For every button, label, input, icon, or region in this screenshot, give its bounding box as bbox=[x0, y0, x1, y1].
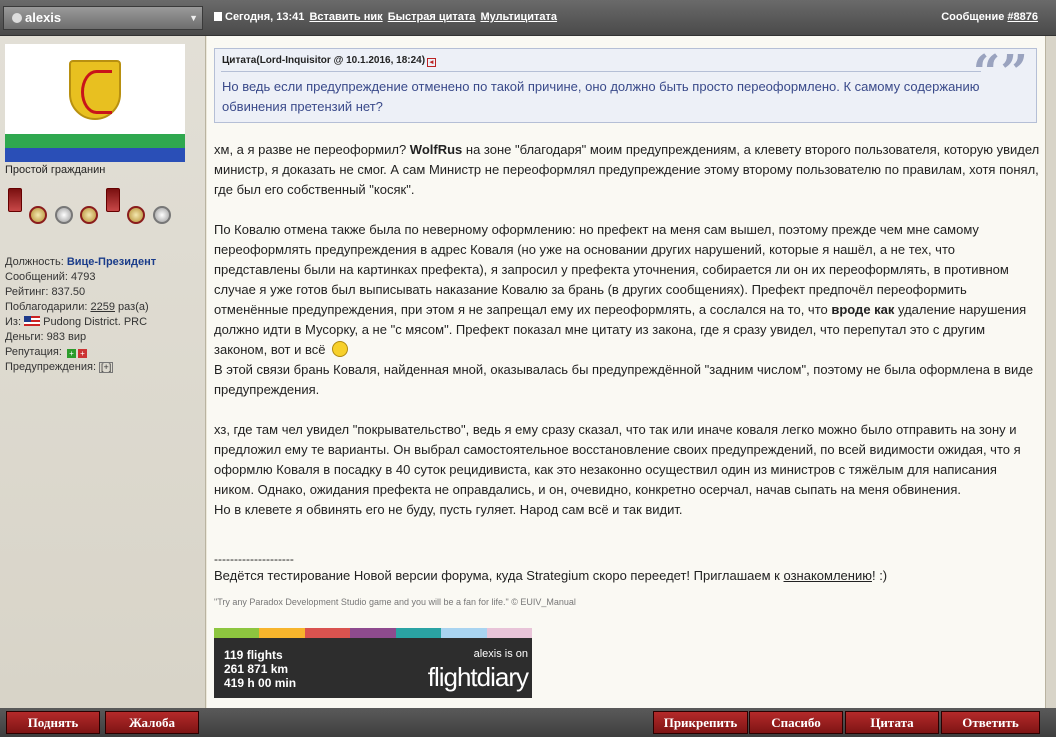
reputation-plus-icon[interactable]: + bbox=[66, 349, 76, 358]
from-label: Из: bbox=[5, 316, 22, 328]
warnings-label: Предупреждения: bbox=[5, 361, 97, 373]
quote-block: Цитата(Lord-Inquisitor @ 10.1.2016, 18:2… bbox=[214, 45, 1037, 123]
pin-button[interactable]: Прикрепить bbox=[653, 711, 748, 734]
stripe-segment bbox=[214, 628, 260, 638]
post-count: Сообщений: 4793 bbox=[5, 271, 96, 283]
medal-icon bbox=[54, 206, 73, 224]
signature-divider: -------------------- bbox=[214, 552, 294, 566]
medal-icon bbox=[152, 206, 171, 224]
multiquote-link[interactable]: Мультицитата bbox=[480, 11, 557, 23]
post-body: хм, а я разве не переоформил? WolfRus на… bbox=[214, 140, 1040, 608]
stripe-segment bbox=[350, 628, 396, 638]
flightdiary-user: alexis is on bbox=[473, 648, 528, 660]
thanks-button[interactable]: Спасибо bbox=[749, 711, 843, 734]
medal-icon bbox=[29, 206, 48, 224]
quote-author: Цитата(Lord-Inquisitor @ 10.1.2016, 18:2… bbox=[222, 55, 426, 66]
us-flag-icon bbox=[24, 316, 41, 326]
post-info: Сегодня, 13:41 Вставить ник Быстрая цита… bbox=[214, 11, 557, 23]
chevron-down-icon: ▼ bbox=[189, 13, 198, 23]
post-header-bar: alexis ▼ Сегодня, 13:41 Вставить ник Быс… bbox=[0, 0, 1056, 36]
post-timestamp: Сегодня, 13:41 bbox=[225, 11, 305, 23]
vertical-scrollbar[interactable] bbox=[1045, 36, 1056, 708]
thanked-suffix: раз(а) bbox=[118, 301, 149, 313]
post-paragraph: хз, где там чел увидел "покрывательство"… bbox=[214, 422, 1021, 497]
document-icon bbox=[214, 12, 222, 21]
signature-invite: Ведётся тестирование Новой версии форума… bbox=[214, 568, 888, 583]
stripe-segment bbox=[441, 628, 487, 638]
thanked-label: Поблагодарили: bbox=[5, 301, 88, 313]
post-paragraph: По Ковалю отмена также была по неверному… bbox=[214, 222, 1027, 357]
position-label: Должность: bbox=[5, 256, 64, 268]
stripe-segment bbox=[486, 628, 532, 638]
reply-button[interactable]: Ответить bbox=[941, 711, 1040, 734]
order-medal-icon bbox=[105, 188, 120, 212]
user-location: Pudong District. PRC bbox=[43, 316, 148, 328]
user-avatar-flag bbox=[5, 44, 185, 162]
medal-icon bbox=[127, 206, 146, 224]
position-value: Вице-Президент bbox=[66, 256, 157, 268]
new-forum-link[interactable]: ознакомлению bbox=[784, 568, 872, 583]
post-content: Цитата(Lord-Inquisitor @ 10.1.2016, 18:2… bbox=[207, 36, 1045, 708]
message-number: Сообщение #8876 bbox=[941, 11, 1038, 23]
post-actions-bar: Поднять Жалоба Прикрепить Спасибо Цитата… bbox=[0, 708, 1056, 737]
color-stripe bbox=[214, 628, 532, 638]
user-status-icon bbox=[12, 13, 22, 23]
reputation-label: Репутация: bbox=[5, 346, 62, 358]
order-medal-icon bbox=[8, 188, 22, 212]
thanked-count-link[interactable]: 2259 bbox=[91, 301, 115, 313]
insert-nick-link[interactable]: Вставить ник bbox=[309, 11, 382, 23]
report-button[interactable]: Жалоба bbox=[105, 711, 199, 734]
bold-text: вроде как bbox=[831, 302, 895, 317]
warnings-expand-button[interactable]: [+] bbox=[99, 362, 114, 373]
post-paragraph: хм, а я разве не переоформил? WolfRus на… bbox=[214, 142, 1040, 197]
signature-quote: "Try any Paradox Development Studio game… bbox=[214, 597, 576, 607]
bump-button[interactable]: Поднять bbox=[6, 711, 100, 734]
flightdiary-banner[interactable]: 119 flights 261 871 km 419 h 00 min alex… bbox=[214, 628, 532, 698]
post-paragraph: В этой связи брань Коваля, найденная мно… bbox=[214, 362, 1034, 397]
message-label: Сообщение bbox=[941, 11, 1005, 23]
smiley-icon bbox=[332, 341, 349, 357]
goto-quote-icon[interactable]: ◂ bbox=[427, 58, 437, 67]
user-info-column: Простой гражданин Должность: Вице-Презид… bbox=[0, 36, 206, 708]
quote-button[interactable]: Цитата bbox=[845, 711, 939, 734]
flight-time: 419 h 00 min bbox=[224, 676, 297, 690]
flight-stats: 119 flights 261 871 km 419 h 00 min bbox=[224, 648, 296, 690]
stripe-segment bbox=[259, 628, 305, 638]
reputation-minus-icon[interactable]: + bbox=[77, 349, 87, 358]
coat-of-arms-icon bbox=[69, 60, 121, 120]
medal-icon bbox=[80, 206, 99, 224]
user-money: Деньги: 983 вир bbox=[5, 331, 87, 343]
flight-count: 119 flights bbox=[224, 648, 283, 662]
user-rank: Простой гражданин bbox=[5, 164, 106, 176]
post-paragraph: Но в клевете я обвинять его не буду, пус… bbox=[214, 502, 683, 517]
stripe-segment bbox=[304, 628, 351, 638]
flightdiary-logo: flightdiary bbox=[427, 662, 529, 692]
user-stats: Должность: Вице-Президент Сообщений: 479… bbox=[5, 255, 156, 375]
username-dropdown[interactable]: alexis ▼ bbox=[3, 6, 203, 30]
user-awards bbox=[8, 178, 188, 229]
quote-text: Но ведь если предупреждение отменено по … bbox=[222, 79, 980, 114]
flight-distance: 261 871 km bbox=[224, 662, 289, 676]
username: alexis bbox=[25, 10, 62, 25]
message-number-link[interactable]: #8876 bbox=[1007, 11, 1038, 23]
bold-username: WolfRus bbox=[409, 142, 463, 157]
stripe-segment bbox=[395, 628, 442, 638]
quote-header: Цитата(Lord-Inquisitor @ 10.1.2016, 18:2… bbox=[222, 55, 437, 67]
user-rating: Рейтинг: 837.50 bbox=[5, 286, 86, 298]
quick-quote-link[interactable]: Быстрая цитата bbox=[388, 11, 476, 23]
